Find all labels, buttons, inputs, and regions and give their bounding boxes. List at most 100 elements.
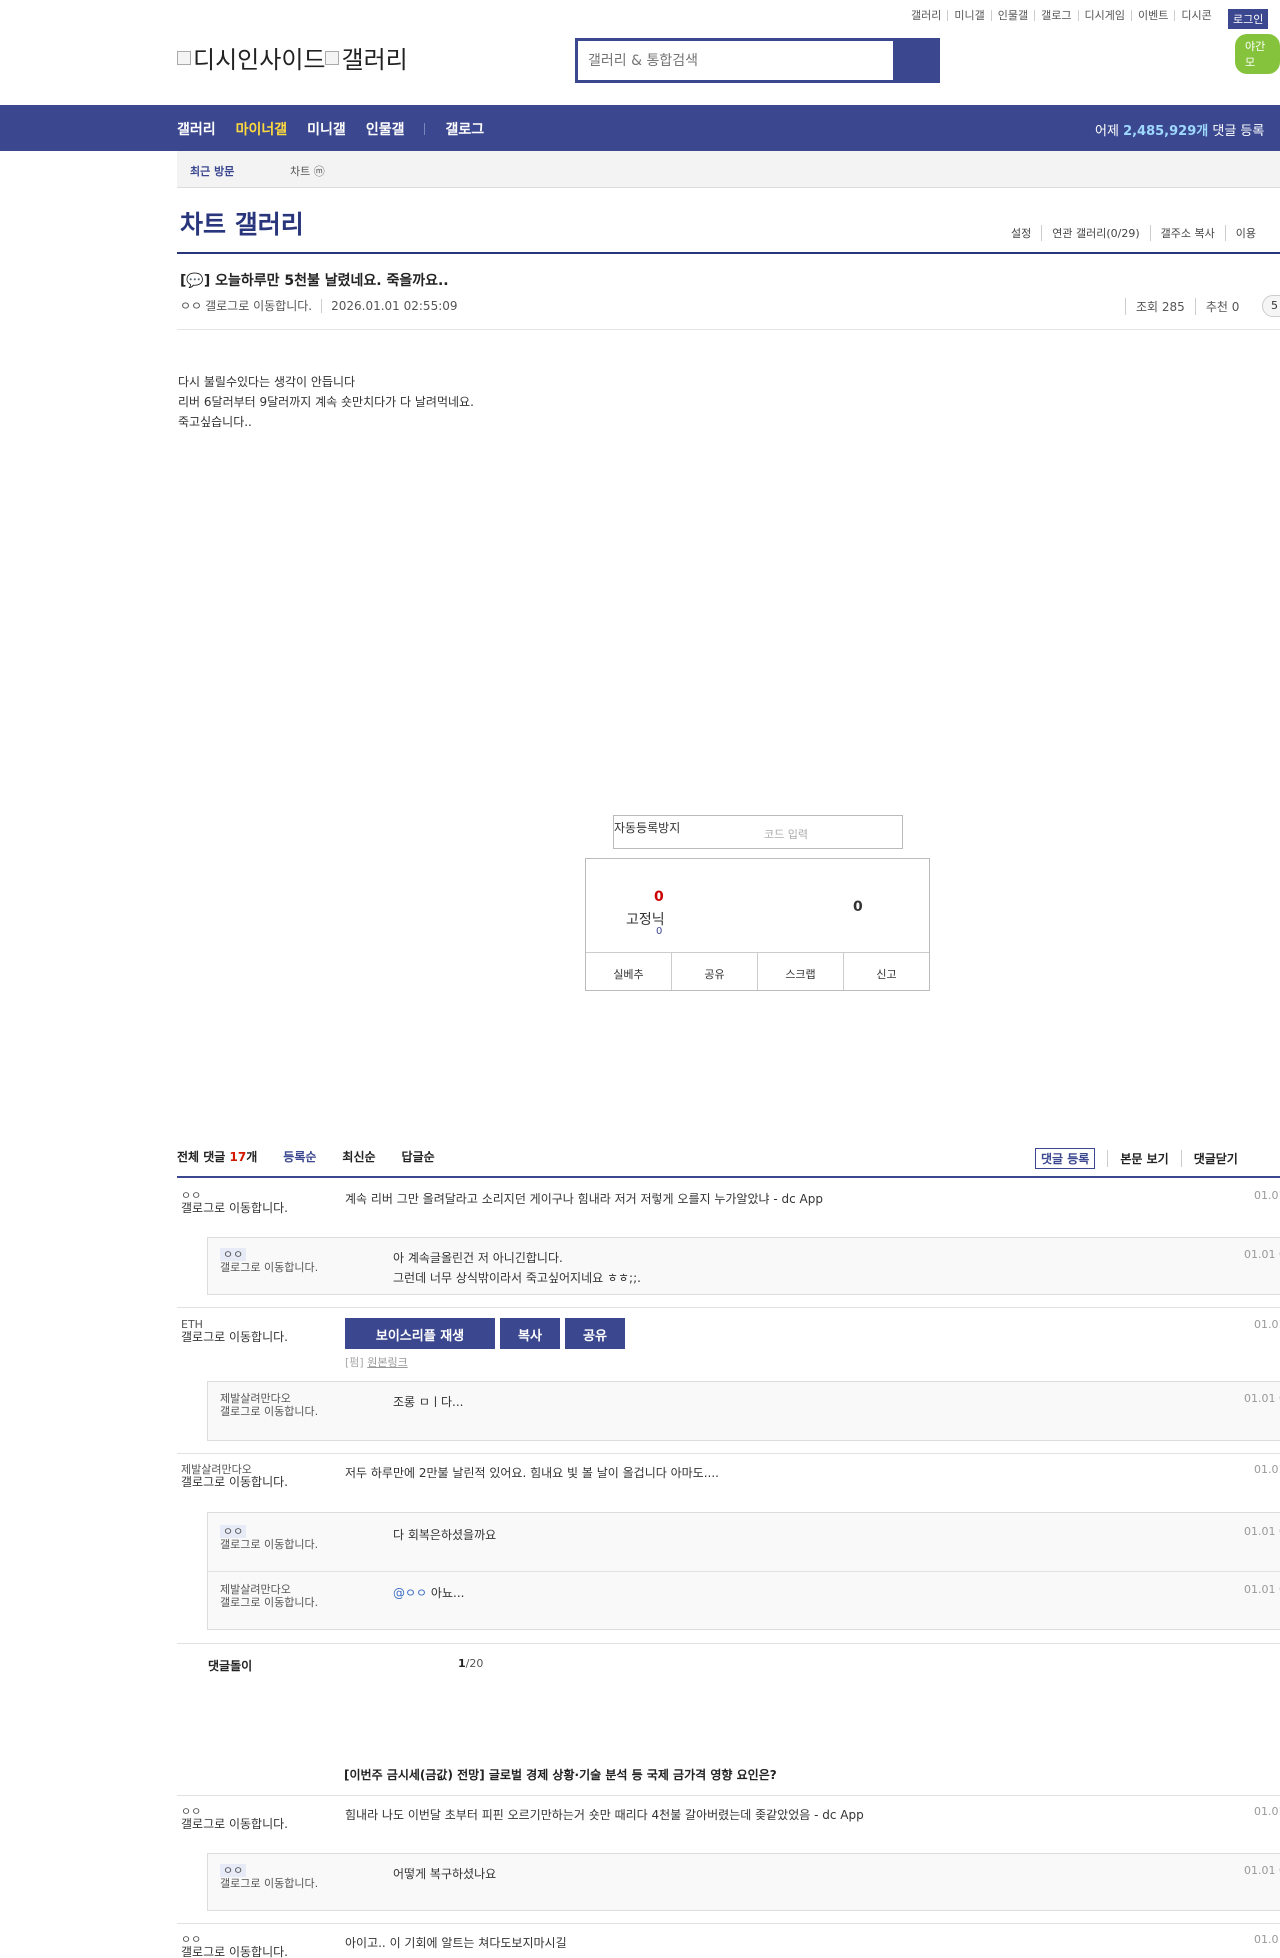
- mention[interactable]: @ㅇㅇ: [393, 1586, 427, 1600]
- tab-reply-order[interactable]: 답글순: [402, 1148, 435, 1165]
- gallog-icon[interactable]: 갤로그로 이동합니다.: [181, 1202, 311, 1215]
- daily-comment-stat: 어제 2,485,929개 댓글 등록: [1095, 120, 1264, 139]
- comment-register-button[interactable]: 댓글 등록: [1035, 1148, 1096, 1169]
- reply-author[interactable]: 제발살려만다오 갤로그로 이동합니다.: [220, 1583, 350, 1609]
- gallery-title[interactable]: 차트 갤러리: [180, 205, 304, 241]
- comment-author[interactable]: 제발살려만다오 갤로그로 이동합니다.: [181, 1463, 311, 1489]
- gallog-icon[interactable]: 갤로그로 이동합니다.: [220, 1261, 350, 1274]
- post-body-line: 다시 불릴수있다는 생각이 안듭니다: [178, 375, 356, 389]
- reply-author[interactable]: ㅇㅇ 갤로그로 이동합니다.: [220, 1248, 350, 1274]
- nav-gallog[interactable]: 갤로그: [445, 119, 484, 139]
- reply-author[interactable]: ㅇㅇ 갤로그로 이동합니다.: [220, 1525, 350, 1551]
- gallery-links: 설정 연관 갤러리(0/29) 갤주소 복사 이용: [1001, 225, 1266, 241]
- comment-author[interactable]: ㅇㅇ 갤로그로 이동합니다.: [181, 1805, 311, 1831]
- night-mode-button[interactable]: 야간 모: [1235, 34, 1280, 74]
- comment-text: 계속 리버 그만 올려달라고 소리지던 게이구나 힘내라 저거 저렇게 오를지 …: [345, 1192, 823, 1206]
- copy-button[interactable]: 복사: [500, 1318, 560, 1349]
- total-pages: /20: [465, 1657, 484, 1670]
- divider: [177, 1643, 1280, 1644]
- post-body: 다시 불릴수있다는 생각이 안듭니다 리버 6달러부터 9달러까지 계속 숏만치…: [178, 372, 474, 432]
- vote-box: 0 고정닉 0 0 실베추 공유 스크랩 신고: [585, 858, 930, 991]
- reply-author[interactable]: ㅇㅇ 갤로그로 이동합니다.: [220, 1864, 350, 1890]
- top-link-dccon[interactable]: 디시콘: [1174, 10, 1217, 21]
- recent-visits-label: 최근 방문: [190, 165, 235, 178]
- gallog-icon[interactable]: 갤로그로 이동합니다.: [181, 1476, 311, 1489]
- comment-count-pill[interactable]: 5: [1262, 295, 1280, 317]
- report-button[interactable]: 신고: [843, 953, 929, 990]
- reply-text: 조롱 ㅁㅣ다...: [393, 1395, 464, 1409]
- comment-author[interactable]: ETH 갤로그로 이동합니다.: [181, 1318, 311, 1344]
- nav-divider: [424, 123, 426, 135]
- voice-reply-play-button[interactable]: 보이스리플 재생: [345, 1318, 495, 1349]
- top-link-gallery[interactable]: 갤러리: [905, 10, 947, 21]
- reply-date: 01.01 0: [1244, 1583, 1280, 1596]
- total-count: 17: [229, 1150, 247, 1164]
- stat-number: 2,485,929개: [1123, 124, 1209, 139]
- captcha-input[interactable]: 코드 입력: [764, 826, 808, 842]
- nav-person-gallery[interactable]: 인물갤: [366, 119, 405, 139]
- broken-image-icon: [325, 50, 340, 65]
- divider: [177, 1923, 1280, 1924]
- top-link-dcgame[interactable]: 디시게임: [1077, 10, 1131, 21]
- divider: [208, 1571, 1280, 1572]
- close-comments-link[interactable]: 댓글닫기: [1180, 1150, 1250, 1167]
- nav-gallery[interactable]: 갤러리: [177, 119, 216, 139]
- gallog-icon[interactable]: 갤로그로 이동합니다.: [220, 1538, 350, 1551]
- logo-text-gallery: 갤러리: [341, 46, 408, 74]
- gallog-icon[interactable]: 갤로그로 이동합니다.: [220, 1405, 350, 1418]
- divider: [177, 329, 1280, 330]
- gallog-icon[interactable]: 갤로그로 이동합니다.: [181, 1331, 311, 1344]
- nav-minor-gallery[interactable]: 마이너갤: [236, 119, 288, 139]
- original-link[interactable]: 원본링크: [367, 1356, 407, 1369]
- post-title: [💬] 오늘하루만 5천불 날렸네요. 죽을까요..: [180, 273, 449, 289]
- recent-visit-item[interactable]: 차트 ⓜ: [290, 163, 325, 179]
- post-body-line: 리버 6달러부터 9달러까지 계속 숏만치다가 다 날려먹네요.: [178, 395, 474, 409]
- share-button[interactable]: 공유: [671, 953, 757, 990]
- gallog-icon[interactable]: 갤로그로 이동합니다.: [220, 1596, 350, 1609]
- gallog-image[interactable]: 갤로그로 이동합니다.: [205, 297, 312, 314]
- reply-date: 01.01 0: [1244, 1248, 1280, 1261]
- downvote-count[interactable]: 0: [853, 899, 863, 915]
- login-button[interactable]: 로그인: [1228, 9, 1269, 29]
- usage-link[interactable]: 이용: [1224, 225, 1266, 241]
- stat-suffix: 댓글 등록: [1212, 124, 1265, 139]
- reply-line: 아 계속글올린건 저 아니긴합니다.: [393, 1251, 563, 1265]
- gallery-settings-link[interactable]: 설정: [1001, 225, 1041, 241]
- site-logo[interactable]: 디시인사이드 갤러리: [177, 40, 408, 75]
- total-suffix: 개: [246, 1150, 258, 1164]
- nick-text: 제발살려만다오: [220, 1583, 291, 1596]
- top-link-minigall[interactable]: 미니갤: [947, 10, 990, 21]
- share-button[interactable]: 공유: [565, 1318, 625, 1349]
- gallog-icon[interactable]: 갤로그로 이동합니다.: [181, 1946, 311, 1958]
- real-best-button[interactable]: 실베추: [586, 953, 671, 990]
- nav-mini-gallery[interactable]: 미니갤: [307, 119, 346, 139]
- comment-date: 01.01: [1254, 1805, 1280, 1818]
- top-link-gallog[interactable]: 갤로그: [1034, 10, 1077, 21]
- nick-text: 제발살려만다오: [220, 1392, 291, 1405]
- captcha-image: 자동등록방지: [614, 821, 681, 835]
- tab-register-order[interactable]: 등록순: [283, 1148, 316, 1165]
- reply-author[interactable]: 제발살려만다오 갤로그로 이동합니다.: [220, 1392, 350, 1418]
- upvote-count[interactable]: 0: [654, 889, 664, 905]
- top-link-event[interactable]: 이벤트: [1130, 10, 1174, 21]
- view-body-link[interactable]: 본문 보기: [1107, 1150, 1180, 1167]
- comment-author[interactable]: ㅇㅇ 갤로그로 이동합니다.: [181, 1189, 311, 1215]
- scrap-button[interactable]: 스크랩: [757, 953, 843, 990]
- gallog-icon[interactable]: 갤로그로 이동합니다.: [220, 1877, 350, 1890]
- sponsored-article-link[interactable]: [이번주 금시세(금값) 전망] 글로벌 경제 상황·기술 분석 등 국제 금가…: [344, 1766, 777, 1783]
- comment-author[interactable]: ㅇㅇ 갤로그로 이동합니다.: [181, 1933, 311, 1958]
- post-views: 조회 285: [1125, 298, 1195, 315]
- tab-latest[interactable]: 최신순: [342, 1148, 375, 1165]
- copy-address-link[interactable]: 갤주소 복사: [1149, 225, 1225, 241]
- recent-visits-bar: 최근 방문 차트 ⓜ: [177, 151, 1280, 188]
- post-author[interactable]: ㅇㅇ: [180, 297, 202, 314]
- related-gallery-link[interactable]: 연관 갤러리(0/29): [1041, 225, 1149, 241]
- top-link-persongall[interactable]: 인물갤: [990, 10, 1034, 21]
- search-button[interactable]: [893, 41, 937, 80]
- nick-text: ㅇㅇ: [220, 1525, 247, 1538]
- reply-line: 아뇨...: [430, 1586, 465, 1600]
- comment-pagination[interactable]: 1/20: [458, 1657, 483, 1670]
- gallog-icon[interactable]: 갤로그로 이동합니다.: [181, 1818, 311, 1831]
- comment-bot-label: 댓글돌이: [208, 1659, 253, 1673]
- search-input[interactable]: [578, 41, 893, 80]
